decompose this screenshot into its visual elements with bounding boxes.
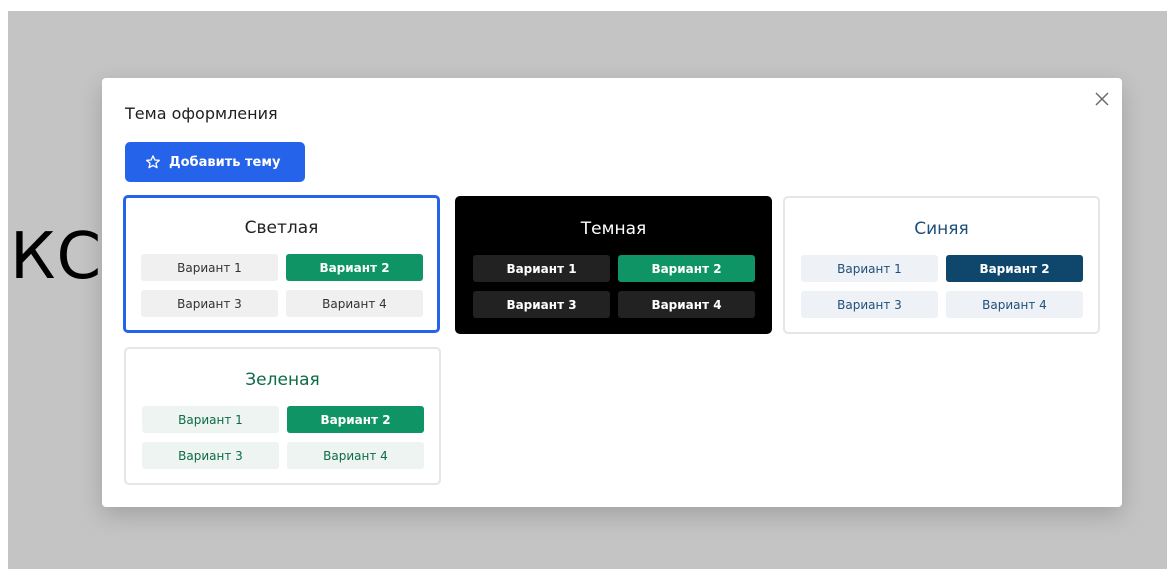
star-icon	[146, 155, 160, 169]
variant-button[interactable]: Вариант 4	[618, 291, 755, 318]
variant-button[interactable]: Вариант 3	[142, 442, 279, 469]
theme-name: Темная	[580, 219, 647, 239]
variant-button[interactable]: Вариант 4	[946, 291, 1083, 318]
close-button[interactable]	[1092, 89, 1112, 109]
variant-button-active[interactable]: Вариант 2	[287, 406, 424, 433]
theme-card-green[interactable]: Зеленая Вариант 1 Вариант 2 Вариант 3 Ва…	[124, 347, 441, 485]
variant-button-active[interactable]: Вариант 2	[286, 254, 423, 281]
variant-button[interactable]: Вариант 1	[142, 406, 279, 433]
theme-name: Светлая	[244, 218, 319, 238]
background-text: КС	[10, 220, 103, 294]
variant-button[interactable]: Вариант 3	[801, 291, 938, 318]
variant-button[interactable]: Вариант 4	[286, 290, 423, 317]
theme-card-light[interactable]: Светлая Вариант 1 Вариант 2 Вариант 3 Ва…	[123, 195, 440, 333]
close-icon	[1095, 92, 1109, 106]
variant-button[interactable]: Вариант 3	[473, 291, 610, 318]
theme-card-blue[interactable]: Синяя Вариант 1 Вариант 2 Вариант 3 Вари…	[783, 196, 1100, 334]
variant-button[interactable]: Вариант 1	[141, 254, 278, 281]
theme-name: Зеленая	[245, 370, 320, 390]
modal-title: Тема оформления	[125, 104, 278, 123]
add-theme-button[interactable]: Добавить тему	[125, 142, 305, 182]
variant-button[interactable]: Вариант 1	[801, 255, 938, 282]
theme-name: Синяя	[914, 219, 969, 239]
variant-button-active[interactable]: Вариант 2	[618, 255, 755, 282]
variant-button-active[interactable]: Вариант 2	[946, 255, 1083, 282]
add-theme-label: Добавить тему	[169, 154, 281, 170]
variant-button[interactable]: Вариант 4	[287, 442, 424, 469]
theme-modal: Тема оформления Добавить тему Светлая Ва…	[102, 78, 1122, 507]
variant-button[interactable]: Вариант 1	[473, 255, 610, 282]
variant-button[interactable]: Вариант 3	[141, 290, 278, 317]
theme-card-dark[interactable]: Темная Вариант 1 Вариант 2 Вариант 3 Вар…	[455, 196, 772, 334]
